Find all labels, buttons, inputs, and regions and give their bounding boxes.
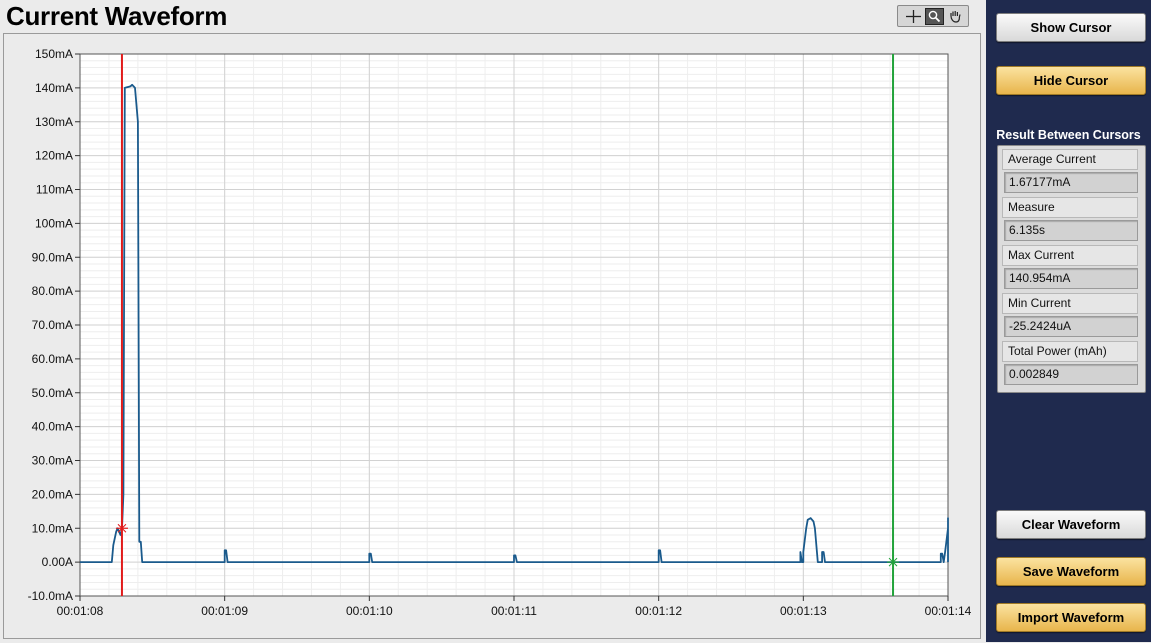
average-current-value: 1.67177mA (1004, 172, 1138, 193)
y-tick-label: -10.0mA (28, 589, 73, 603)
x-tick-label: 00:01:14 (925, 604, 972, 618)
y-tick-label: 150mA (35, 47, 73, 61)
results-title: Result Between Cursors (996, 128, 1141, 142)
measure-value: 6.135s (1004, 220, 1138, 241)
x-tick-label: 00:01:13 (780, 604, 827, 618)
measure-label: Measure (1002, 197, 1138, 218)
min-current-value: -25.2424uA (1004, 316, 1138, 337)
y-tick-label: 10.0mA (32, 521, 73, 535)
crosshair-icon[interactable] (904, 8, 923, 25)
save-waveform-button[interactable]: Save Waveform (996, 557, 1146, 586)
graph-tool-palette (897, 5, 969, 27)
zoom-icon[interactable] (925, 7, 944, 25)
total-power-value: 0.002849 (1004, 364, 1138, 385)
y-tick-label: 100mA (35, 216, 73, 230)
x-axis: 00:01:08 00:01:09 00:01:10 00:01:11 00:01:12… (57, 596, 972, 618)
import-waveform-button[interactable]: Import Waveform (996, 603, 1146, 632)
page-title: Current Waveform (6, 1, 228, 31)
max-current-label: Max Current (1002, 245, 1138, 266)
y-tick-label: 30.0mA (32, 454, 73, 468)
control-panel: Show Cursor Hide Cursor Result Between C… (986, 0, 1151, 642)
y-tick-label: 90.0mA (32, 250, 73, 264)
min-current-label: Min Current (1002, 293, 1138, 314)
y-tick-label: 80.0mA (32, 284, 73, 298)
y-tick-label: 20.0mA (32, 487, 73, 501)
y-tick-label: 70.0mA (32, 318, 73, 332)
y-tick-label: 110mA (36, 183, 73, 197)
y-axis: -10.0mA 0.00A 10.0mA 20.0mA 30.0mA 40.0mA 50.0… (28, 47, 80, 603)
x-tick-label: 00:01:09 (201, 604, 248, 618)
y-tick-label: 140mA (35, 81, 73, 95)
waveform-chart[interactable]: -10.0mA 0.00A 10.0mA 20.0mA 30.0mA 40.0mA 50.0… (4, 34, 980, 638)
total-power-label: Total Power (mAh) (1002, 341, 1138, 362)
y-tick-label: 40.0mA (32, 420, 73, 434)
hand-icon[interactable] (946, 8, 965, 25)
y-tick-label: 0.00A (42, 555, 73, 569)
x-tick-label: 00:01:12 (635, 604, 682, 618)
show-cursor-button[interactable]: Show Cursor (996, 13, 1146, 42)
y-tick-label: 60.0mA (32, 352, 73, 366)
y-tick-label: 130mA (35, 115, 73, 129)
x-tick-label: 00:01:08 (57, 604, 104, 618)
max-current-value: 140.954mA (1004, 268, 1138, 289)
x-tick-label: 00:01:10 (346, 604, 393, 618)
waveform-area: Current Waveform -10.0mA 0.00A 10.0mA 20.0m… (0, 0, 986, 642)
results-panel: Average Current 1.67177mA Measure 6.135s… (997, 145, 1146, 393)
clear-waveform-button[interactable]: Clear Waveform (996, 510, 1146, 539)
x-tick-label: 00:01:11 (491, 604, 537, 618)
y-tick-label: 50.0mA (32, 386, 73, 400)
waveform-graph[interactable]: -10.0mA 0.00A 10.0mA 20.0mA 30.0mA 40.0mA 50.0… (3, 33, 981, 639)
hide-cursor-button[interactable]: Hide Cursor (996, 66, 1146, 95)
average-current-label: Average Current (1002, 149, 1138, 170)
y-tick-label: 120mA (35, 149, 73, 163)
